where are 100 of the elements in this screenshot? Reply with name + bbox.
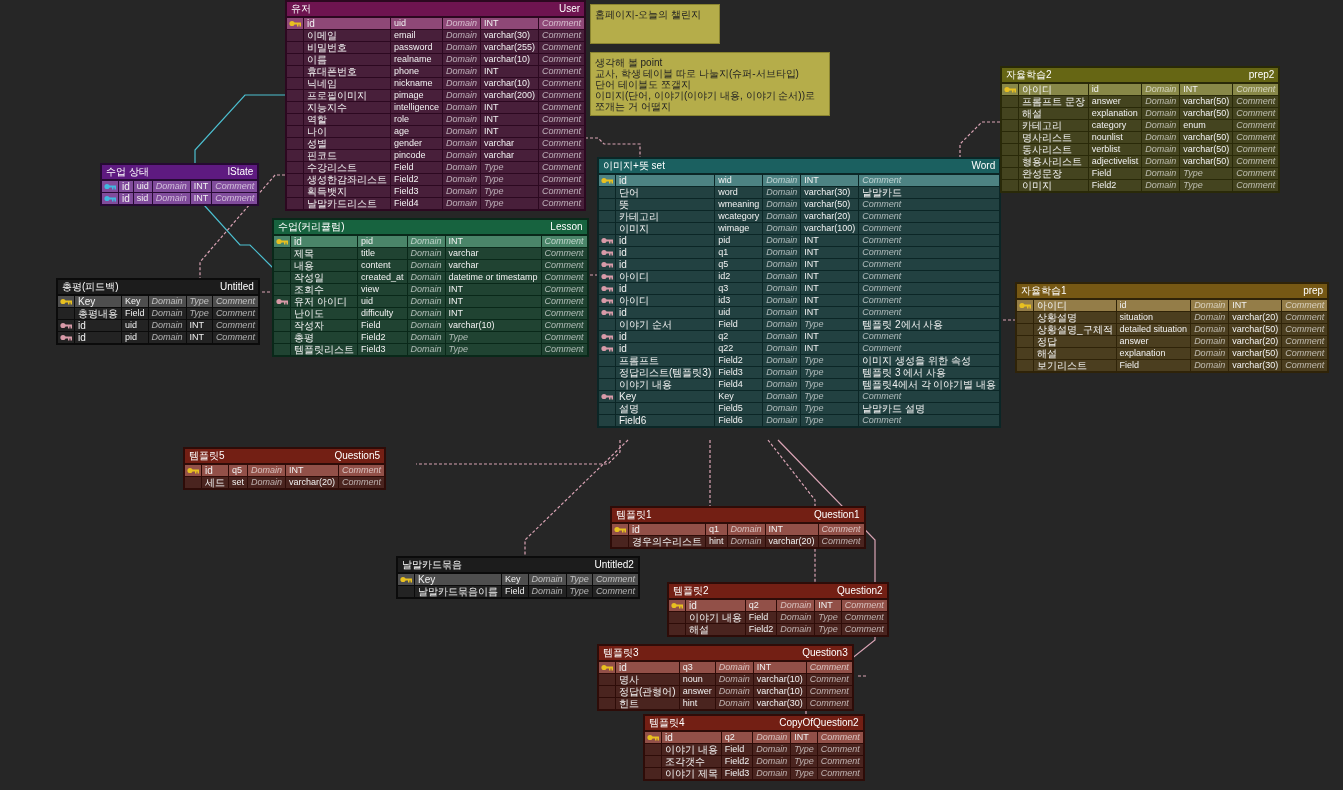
table-cell: 제목 xyxy=(291,248,357,259)
relationship-line xyxy=(709,439,711,507)
placeholder-cell: Comment xyxy=(541,308,587,319)
placeholder-cell: Domain xyxy=(763,331,801,342)
placeholder-cell: Comment xyxy=(806,674,852,685)
table-cell: INT xyxy=(481,66,539,77)
placeholder-cell: Comment xyxy=(818,524,864,535)
entity-table[interactable]: 수업 상태 lState id uid Domain INT Comment id sid Domain INT Comment xyxy=(100,163,260,206)
placeholder-cell: Domain xyxy=(1191,324,1229,335)
sticky-note[interactable]: 생각해 볼 point 교사, 학생 테이블 따로 나눌지(슈퍼-서브타입) 단어 테이블도 쪼갤지 이미지(단어, 이야기(이야기 내용, 이야기 순서))로 쪼개는 거 어떨지 xyxy=(590,52,830,116)
table-cell: 이야기 순서 xyxy=(616,319,715,330)
placeholder-cell: Comment xyxy=(859,391,1000,402)
table-cell: 난이도 xyxy=(291,308,357,319)
table-cell: q5 xyxy=(715,259,763,270)
placeholder-cell: Domain xyxy=(1142,132,1180,143)
placeholder-cell: Type xyxy=(791,768,817,779)
placeholder-cell: Domain xyxy=(1142,96,1180,107)
placeholder-cell: Type xyxy=(566,574,592,585)
table-cell: q1 xyxy=(706,524,727,535)
placeholder-cell: Comment xyxy=(541,320,587,331)
table-cell: 프롬프트 xyxy=(616,355,715,366)
table-cell: INT xyxy=(186,332,212,343)
placeholder-cell: Comment xyxy=(859,283,1000,294)
placeholder-cell: Comment xyxy=(539,18,585,29)
table-cell: Field xyxy=(715,319,763,330)
table-cell: title xyxy=(358,248,407,259)
placeholder-cell: Domain xyxy=(715,686,753,697)
table-cell: intelligence xyxy=(391,102,443,113)
entity-table[interactable]: 템플릿3 Question3 id q3 Domain INT Comment 명사 noun Domain varchar(10) Comment 정답(관형어) answer Domain varchar(10) Comment 힌트 hint Domain varchar(30) Comment xyxy=(597,644,854,711)
table-cell: 핀코드 xyxy=(304,150,390,161)
table-cell: varchar(10) xyxy=(445,320,541,331)
entity-table[interactable] xyxy=(1015,282,1330,373)
sticky-note[interactable]: 홈페이지-오늘의 챌린지 xyxy=(590,4,720,44)
placeholder-cell: Comment xyxy=(841,624,887,635)
placeholder-cell: Comment xyxy=(541,248,587,259)
placeholder-cell: Type xyxy=(801,403,859,414)
table-cell: INT xyxy=(1180,84,1233,95)
table-cell: explanation xyxy=(1088,108,1142,119)
table-cell: id2 xyxy=(715,271,763,282)
table-cell: uid xyxy=(715,307,763,318)
table-cell: pincode xyxy=(391,150,443,161)
entity-table[interactable]: 템플릿4 CopyOfQuestion2 id q2 Domain INT Comment 이야기 내용 Field Domain Type Comment 조각갯수 Field2 Domain Type Comment 이야기 제목 Field3 Domain Type Comment xyxy=(643,714,865,781)
placeholder-cell: Domain xyxy=(407,344,445,355)
entity-table[interactable]: 총평(피드백) Untitled Key Key Domain Type Comment 총평내용 Field Domain Type Comment id uid Domain INT Comment id pid Domain INT Comment xyxy=(56,278,260,345)
placeholder-cell: Type xyxy=(566,586,592,597)
table-cell: INT xyxy=(186,320,212,331)
placeholder-cell: Domain xyxy=(1191,312,1229,323)
entity-table[interactable] xyxy=(285,0,587,211)
placeholder-cell: Comment xyxy=(1233,84,1279,95)
table-cell: 템플릿4에서 각 이야기별 내용 xyxy=(859,379,1000,390)
table-cell: 비밀번호 xyxy=(304,42,390,53)
placeholder-cell: Domain xyxy=(753,732,791,743)
table-cell: 명사 xyxy=(616,674,679,685)
entity-table[interactable] xyxy=(597,157,1002,428)
table-cell: Field3 xyxy=(715,367,763,378)
entity-table[interactable]: 템플릿1 Question1 id q1 Domain INT Comment 경우의수리스트 hint Domain varchar(20) Comment xyxy=(610,506,866,549)
table-cell: Key xyxy=(502,574,528,585)
table-cell: answer xyxy=(679,686,715,697)
table-cell: q22 xyxy=(715,343,763,354)
entity-table[interactable]: 템플릿2 Question2 id q2 Domain INT Comment 이야기 내용 Field Domain Type Comment 해설 Field2 Domain Type Comment xyxy=(667,582,889,637)
entity-table[interactable] xyxy=(1000,66,1281,193)
table-cell: INT xyxy=(765,524,818,535)
table-cell: varchar(50) xyxy=(801,199,859,210)
placeholder-cell: Comment xyxy=(212,308,258,319)
placeholder-cell: Comment xyxy=(1282,336,1328,347)
placeholder-cell: Comment xyxy=(541,332,587,343)
entity-table[interactable]: 날말카드묶음 Untitled2 Key Key Domain Type Comment 날말카드묶음이름 Field Domain Type Comment xyxy=(396,556,640,599)
table-cell: nounlist xyxy=(1088,132,1142,143)
table-cell: INT xyxy=(801,175,859,186)
placeholder-cell: Type xyxy=(791,744,817,755)
table-cell: varchar(10) xyxy=(753,686,806,697)
table-cell: Field2 xyxy=(745,624,777,635)
table-cell: INT xyxy=(815,600,841,611)
table-cell: 조회수 xyxy=(291,284,357,295)
placeholder-cell: Comment xyxy=(1233,132,1279,143)
table-cell: Field xyxy=(1116,360,1191,371)
placeholder-cell: Domain xyxy=(1142,144,1180,155)
table-cell: 나이 xyxy=(304,126,390,137)
placeholder-cell: Domain xyxy=(148,308,186,319)
table-cell: 이미지 xyxy=(1019,180,1088,191)
table-cell: 상황설명_구체적 xyxy=(1034,324,1116,335)
placeholder-cell: Domain xyxy=(763,247,801,258)
placeholder-cell: Domain xyxy=(528,586,566,597)
placeholder-cell: Domain xyxy=(407,332,445,343)
table-cell: 해설 xyxy=(1034,348,1116,359)
placeholder-cell: Comment xyxy=(539,150,585,161)
placeholder-cell: Domain xyxy=(443,186,481,197)
placeholder-cell: Domain xyxy=(407,248,445,259)
table-cell: wcategory xyxy=(715,211,763,222)
table-cell: pimage xyxy=(391,90,443,101)
placeholder-cell: Comment xyxy=(806,686,852,697)
table-cell: varchar(30) xyxy=(801,187,859,198)
placeholder-cell: Comment xyxy=(1233,144,1279,155)
entity-table[interactable] xyxy=(272,218,589,357)
table-cell: q5 xyxy=(229,465,247,476)
placeholder-cell: Domain xyxy=(763,367,801,378)
table-cell: INT xyxy=(481,126,539,137)
placeholder-cell: Domain xyxy=(1142,180,1180,191)
table-cell: id xyxy=(616,307,715,318)
entity-table[interactable]: 템플릿5 Question5 id q5 Domain INT Comment 세드 set Domain varchar(20) Comment xyxy=(183,447,387,490)
